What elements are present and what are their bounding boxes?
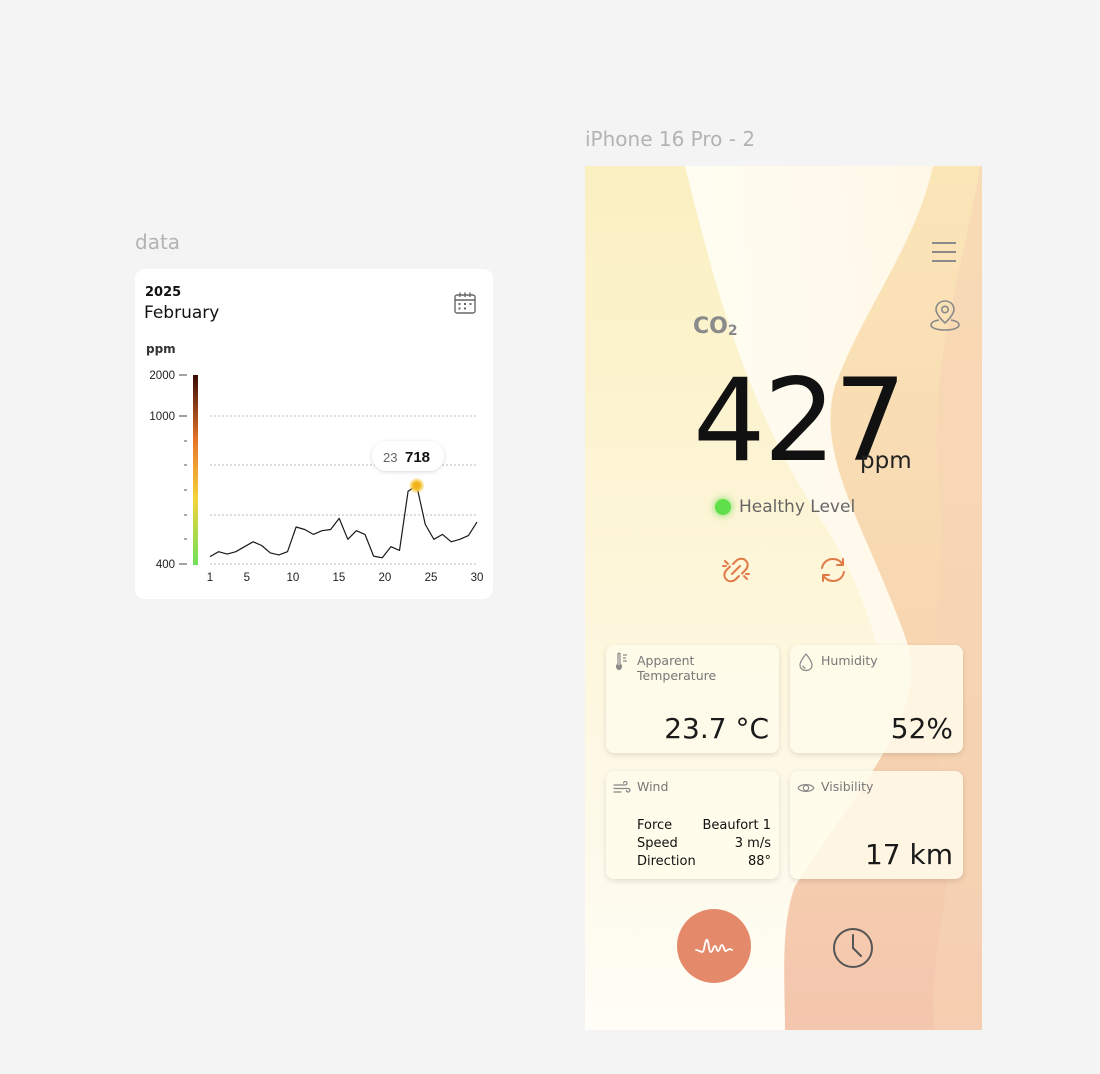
x-tick-label: 1 [207, 572, 213, 584]
location-pin-icon[interactable] [929, 298, 961, 332]
unlink-icon[interactable] [719, 553, 753, 587]
wind-direction-label: Direction [637, 854, 696, 869]
co2-unit: ppm [860, 448, 912, 474]
co2-history-card: 2025 February ppm 2000 1000 400 1 5 10 1… [135, 269, 493, 599]
thermometer-icon [616, 652, 627, 671]
x-tick-label: 15 [332, 572, 345, 584]
x-tick-label: 5 [244, 572, 250, 584]
wind-speed-value: 3 m/s [734, 836, 771, 851]
x-tick-label: 30 [471, 572, 484, 584]
temperature-tile[interactable]: Apparent Temperature 23.7 °C [606, 645, 779, 753]
wind-icon [613, 780, 631, 793]
visibility-title: Visibility [821, 779, 874, 794]
level-status-dot [715, 499, 731, 515]
wind-direction-value: 88° [747, 854, 771, 869]
level-text: Healthy Level [739, 497, 856, 517]
eye-icon [797, 784, 815, 792]
water-drop-icon [799, 653, 813, 672]
wind-row-speed: Speed 3 m/s [637, 835, 771, 853]
pollutant-label: CO2 [693, 314, 738, 339]
tooltip-value: 718 [405, 449, 430, 466]
level-indicator: Healthy Level [715, 497, 855, 517]
visibility-value: 17 km [864, 838, 953, 871]
y-tick-label: 1000 [149, 411, 175, 423]
live-reading-button[interactable] [677, 909, 751, 983]
phone-screen: CO2 427 ppm Healthy Level Apparent Tempe… [585, 166, 982, 1030]
co2-series-line [209, 485, 478, 559]
wind-speed-label: Speed [637, 836, 678, 851]
humidity-title: Humidity [821, 653, 878, 668]
wind-details: Force Beaufort 1 Speed 3 m/s Direction 88° [637, 817, 771, 871]
humidity-value: 52% [890, 712, 953, 745]
refresh-icon[interactable] [816, 553, 850, 587]
wind-title: Wind [637, 779, 669, 794]
wind-row-force: Force Beaufort 1 [637, 817, 771, 835]
waveform-icon [695, 938, 733, 953]
wind-force-label: Force [637, 818, 673, 833]
tooltip-day: 23 [383, 450, 397, 465]
visibility-tile[interactable]: Visibility 17 km [790, 771, 963, 879]
y-tick-label: 2000 [149, 370, 175, 382]
pollutant-subscript: 2 [727, 323, 738, 339]
clock-history-icon[interactable] [832, 927, 874, 969]
menu-icon[interactable] [931, 240, 957, 264]
x-tick-label: 10 [286, 572, 299, 584]
x-tick-label: 20 [379, 572, 392, 584]
wind-force-value: Beaufort 1 [702, 818, 772, 833]
colorbar [193, 375, 198, 565]
highlight-point [413, 482, 421, 490]
x-tick-label: 25 [425, 572, 438, 584]
phone-frame-label: iPhone 16 Pro - 2 [585, 127, 756, 151]
wind-tile[interactable]: Wind Force Beaufort 1 Speed 3 m/s Directio… [606, 771, 779, 879]
humidity-tile[interactable]: Humidity 52% [790, 645, 963, 753]
y-tick-label: 400 [156, 559, 175, 571]
wind-row-direction: Direction 88° [637, 853, 771, 871]
temperature-value: 23.7 °C [664, 712, 769, 745]
pollutant-name: CO [693, 314, 728, 339]
co2-line-chart[interactable]: 200010004001 5 10 15 20 25 3023 718 [135, 269, 493, 599]
data-frame-label: data [135, 230, 181, 254]
background-waves [585, 166, 982, 1030]
temperature-title: Apparent Temperature [637, 653, 717, 683]
